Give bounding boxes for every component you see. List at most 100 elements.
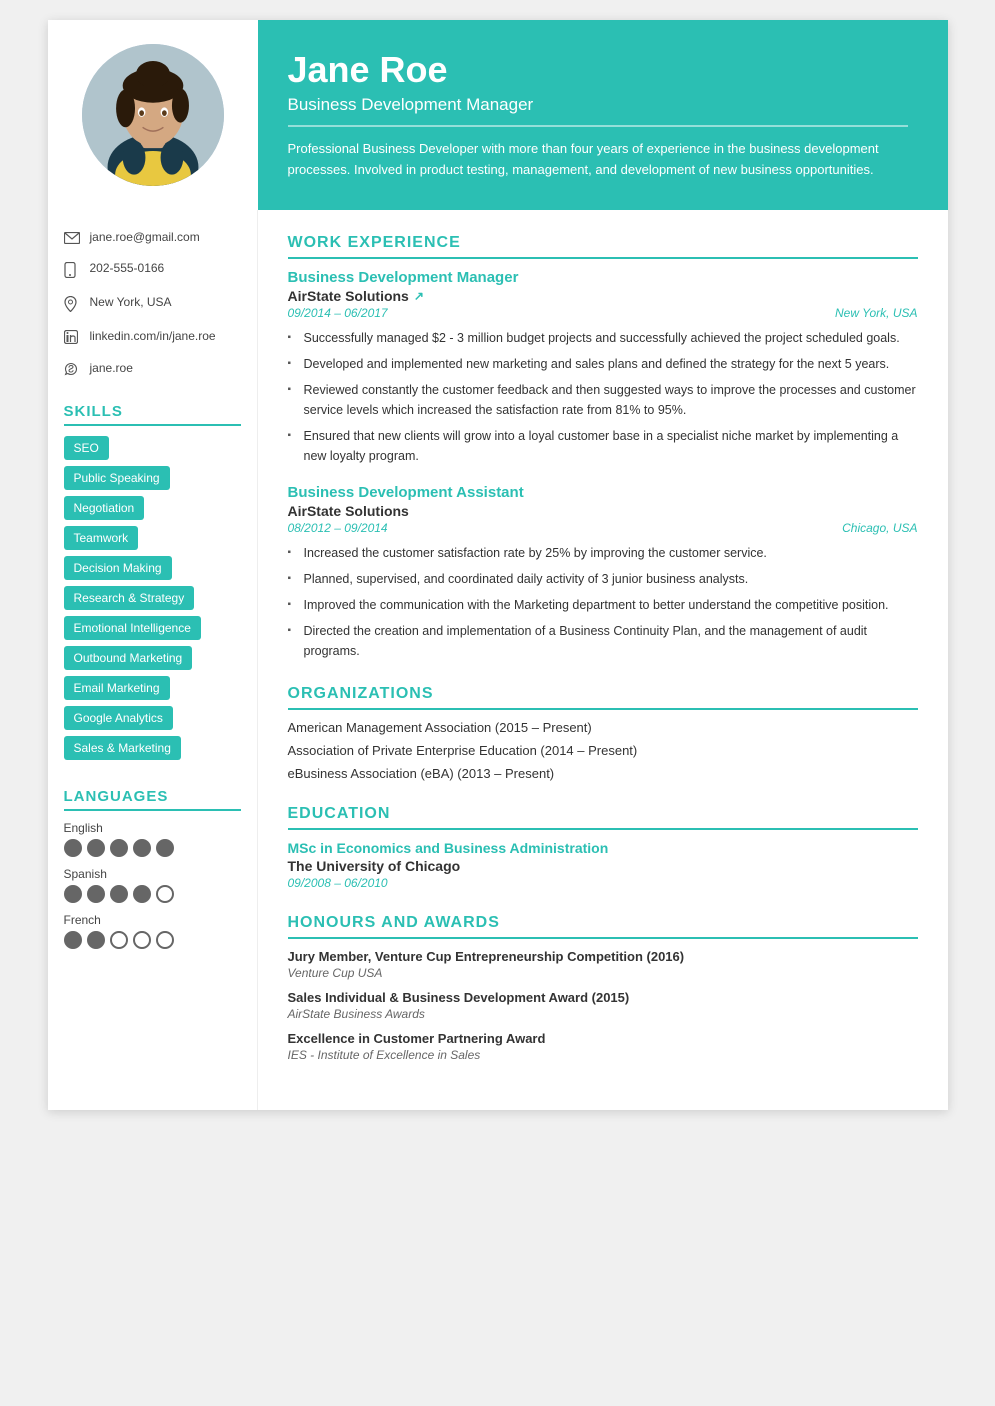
avatar — [78, 40, 228, 190]
job-title: Business Development Assistant — [288, 484, 918, 501]
email-contact: jane.roe@gmail.com — [64, 230, 241, 249]
language-dots — [64, 931, 241, 949]
language-dots — [64, 885, 241, 903]
skills-section: SKILLS SEO Public Speaking Negotiation Team… — [64, 403, 241, 766]
location-value: New York, USA — [90, 295, 172, 309]
honours-section: HONOURS AND AWARDS Jury Member, Venture … — [288, 914, 918, 1062]
edu-dates: 09/2008 – 06/2010 — [288, 876, 918, 890]
honours-list: Jury Member, Venture Cup Entrepreneurshi… — [288, 949, 918, 1062]
skill-tag: Email Marketing — [64, 676, 170, 700]
edu-list: MSc in Economics and Business Administra… — [288, 840, 918, 890]
job-entry: Business Development Manager AirState Sol… — [288, 269, 918, 466]
phone-icon — [64, 262, 82, 283]
languages-list: English Spanish French — [64, 821, 241, 949]
language-dot — [156, 839, 174, 857]
linkedin-icon — [64, 330, 82, 349]
org-list: American Management Association (2015 – … — [288, 720, 918, 781]
phone-contact: 202-555-0166 — [64, 261, 241, 283]
skill-tag: Emotional Intelligence — [64, 616, 201, 640]
language-dot — [110, 839, 128, 857]
language-dot — [87, 885, 105, 903]
education-section: EDUCATION MSc in Economics and Business … — [288, 805, 918, 890]
language-name: French — [64, 913, 241, 927]
job-bullet: Planned, supervised, and coordinated dai… — [288, 569, 918, 589]
language-dot — [133, 931, 151, 949]
organizations-title: ORGANIZATIONS — [288, 685, 918, 710]
job-bullets: Successfully managed $2 - 3 million budg… — [288, 328, 918, 466]
language-item: Spanish — [64, 867, 241, 903]
email-value: jane.roe@gmail.com — [90, 230, 200, 244]
skype-value: jane.roe — [90, 361, 133, 375]
skype-icon — [64, 362, 82, 381]
job-bullet: Developed and implemented new marketing … — [288, 354, 918, 374]
skill-tag: Outbound Marketing — [64, 646, 193, 670]
skill-tag: Google Analytics — [64, 706, 173, 730]
skill-tag: Public Speaking — [64, 466, 170, 490]
header-info: Jane Roe Business Development Manager Pr… — [258, 20, 938, 210]
language-dot — [110, 931, 128, 949]
language-dot — [156, 931, 174, 949]
job-title: Business Development Manager — [288, 269, 918, 286]
job-location: New York, USA — [835, 306, 917, 320]
job-bullet: Successfully managed $2 - 3 million budg… — [288, 328, 918, 348]
candidate-title: Business Development Manager — [288, 95, 908, 127]
skill-tag: Teamwork — [64, 526, 139, 550]
languages-section: LANGUAGES English Spanish French — [64, 788, 241, 949]
email-icon — [64, 231, 82, 249]
sidebar: jane.roe@gmail.com 202-555-0166 — [48, 210, 258, 1110]
job-bullets: Increased the customer satisfaction rate… — [288, 543, 918, 661]
organizations-section: ORGANIZATIONS American Management Associ… — [288, 685, 918, 781]
job-bullet: Increased the customer satisfaction rate… — [288, 543, 918, 563]
job-meta: 09/2014 – 06/2017New York, USA — [288, 306, 918, 320]
linkedin-value: linkedin.com/in/jane.roe — [90, 329, 216, 343]
skill-tag: Sales & Marketing — [64, 736, 181, 760]
language-dot — [87, 931, 105, 949]
job-meta: 08/2012 – 09/2014Chicago, USA — [288, 521, 918, 535]
language-dots — [64, 839, 241, 857]
award-org: AirState Business Awards — [288, 1007, 918, 1021]
award-org: IES - Institute of Excellence in Sales — [288, 1048, 918, 1062]
job-bullet: Ensured that new clients will grow into … — [288, 426, 918, 466]
skill-tag: SEO — [64, 436, 109, 460]
external-link-icon[interactable]: ↗ — [414, 289, 424, 303]
body: jane.roe@gmail.com 202-555-0166 — [48, 210, 948, 1110]
work-experience-title: WORK EXPERIENCE — [288, 234, 918, 259]
org-item: Association of Private Enterprise Educat… — [288, 743, 918, 758]
skill-tag: Negotiation — [64, 496, 145, 520]
award-title: Sales Individual & Business Development … — [288, 990, 918, 1005]
skills-list: SEOPublic SpeakingNegotiationTeamworkDec… — [64, 436, 241, 766]
job-company: AirState Solutions↗ — [288, 288, 918, 304]
language-dot — [156, 885, 174, 903]
language-item: English — [64, 821, 241, 857]
edu-degree: MSc in Economics and Business Administra… — [288, 840, 918, 856]
job-entry: Business Development AssistantAirState S… — [288, 484, 918, 661]
language-dot — [87, 839, 105, 857]
linkedin-contact: linkedin.com/in/jane.roe — [64, 329, 241, 349]
job-bullet: Reviewed constantly the customer feedbac… — [288, 380, 918, 420]
candidate-name: Jane Roe — [288, 49, 908, 91]
skill-tag: Research & Strategy — [64, 586, 195, 610]
phone-value: 202-555-0166 — [90, 261, 165, 275]
jobs-list: Business Development Manager AirState Sol… — [288, 269, 918, 661]
contact-section: jane.roe@gmail.com 202-555-0166 — [64, 230, 241, 381]
language-dot — [133, 839, 151, 857]
language-name: English — [64, 821, 241, 835]
language-dot — [64, 885, 82, 903]
language-dot — [64, 839, 82, 857]
skills-title: SKILLS — [64, 403, 241, 426]
location-icon — [64, 296, 82, 317]
language-dot — [64, 931, 82, 949]
location-contact: New York, USA — [64, 295, 241, 317]
languages-title: LANGUAGES — [64, 788, 241, 811]
award-title: Excellence in Customer Partnering Award — [288, 1031, 918, 1046]
job-dates: 08/2012 – 09/2014 — [288, 521, 388, 535]
education-title: EDUCATION — [288, 805, 918, 830]
job-bullet: Improved the communication with the Mark… — [288, 595, 918, 615]
header: Jane Roe Business Development Manager Pr… — [48, 20, 948, 210]
org-item: eBusiness Association (eBA) (2013 – Pres… — [288, 766, 918, 781]
honours-title: HONOURS AND AWARDS — [288, 914, 918, 939]
main-content: WORK EXPERIENCE Business Development Man… — [258, 210, 948, 1110]
award-title: Jury Member, Venture Cup Entrepreneurshi… — [288, 949, 918, 964]
skype-contact: jane.roe — [64, 361, 241, 381]
language-dot — [110, 885, 128, 903]
